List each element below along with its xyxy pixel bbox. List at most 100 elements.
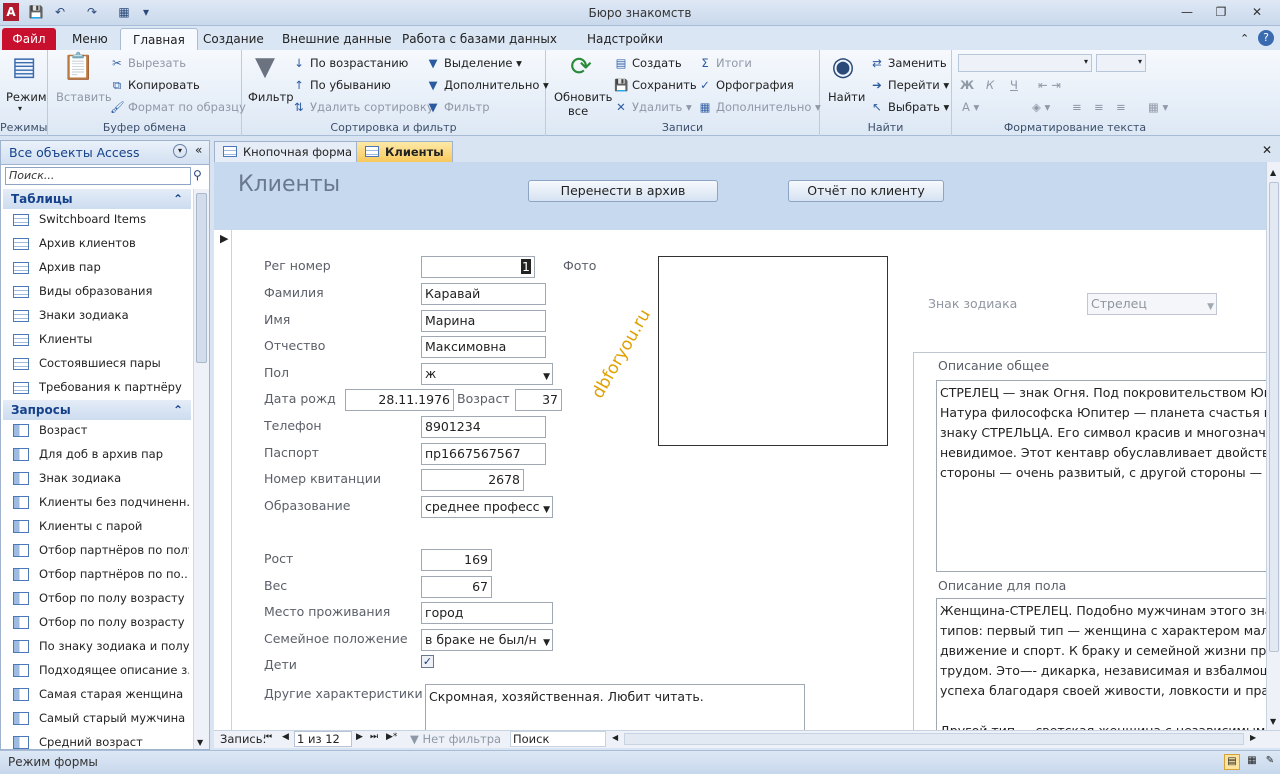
general-description-field[interactable]: СТРЕЛЕЦ — знак Огня. Под покровительство… xyxy=(936,380,1266,572)
nav-query-item[interactable]: Отбор по полу возрасту ... xyxy=(13,610,189,634)
nav-table-item[interactable]: Требования к партнёру xyxy=(13,375,189,399)
nav-collapse-icon[interactable]: « xyxy=(195,143,202,157)
align-center-icon[interactable]: ≡ xyxy=(1094,100,1104,114)
chevron-down-icon[interactable]: ▼ xyxy=(543,633,550,650)
paste-icon[interactable]: 📋 xyxy=(62,52,94,82)
nav-query-item[interactable]: Возраст xyxy=(13,418,189,442)
filter-icon[interactable]: ▼ xyxy=(248,52,282,82)
children-checkbox[interactable]: ✓ xyxy=(421,655,434,668)
section-queries[interactable]: Запросы ⌃ xyxy=(3,400,191,420)
nav-query-item[interactable]: Самый старый мужчина xyxy=(13,706,189,730)
help-icon[interactable]: ? xyxy=(1258,30,1274,46)
goto-button[interactable]: ➔ Перейти ▾ xyxy=(870,78,949,92)
record-search-input[interactable]: Поиск xyxy=(510,731,606,747)
doc-tab-switchboard[interactable]: Кнопочная форма xyxy=(214,141,362,162)
collapse-section-icon[interactable]: ⌃ xyxy=(173,400,183,420)
gridlines-icon[interactable]: ▦ ▾ xyxy=(1148,100,1168,114)
doc-tab-clients[interactable]: Клиенты xyxy=(356,141,453,162)
underline-icon[interactable]: Ч xyxy=(1010,78,1018,92)
more-records-button[interactable]: ▦ Дополнительно ▾ xyxy=(698,100,821,114)
sex-combo[interactable]: ж ▼ xyxy=(421,363,553,385)
clear-sort-button[interactable]: ⇅ Удалить сортировку xyxy=(292,100,434,114)
nav-query-item[interactable]: Подходящее описание з... xyxy=(13,658,189,682)
tab-file[interactable]: Файл xyxy=(2,28,56,50)
select-button[interactable]: ↖ Выбрать ▾ xyxy=(870,100,949,114)
refresh-button[interactable]: Обновить xyxy=(554,90,612,104)
archive-button[interactable]: Перенести в архив xyxy=(528,180,718,202)
photo-frame[interactable] xyxy=(658,256,888,446)
collapse-section-icon[interactable]: ⌃ xyxy=(173,189,183,209)
save-record-button[interactable]: 💾 Сохранить xyxy=(614,78,697,92)
section-tables[interactable]: Таблицы ⌃ xyxy=(3,189,191,209)
client-report-button[interactable]: Отчёт по клиенту xyxy=(788,180,944,202)
phone-field[interactable]: 8901234 xyxy=(421,416,546,438)
filter-button[interactable]: Фильтр xyxy=(248,90,294,104)
advanced-filter-button[interactable]: ▼ Дополнительно ▾ xyxy=(426,78,549,92)
chevron-down-icon[interactable]: ▼ xyxy=(543,367,550,384)
replace-button[interactable]: ⇄ Заменить xyxy=(870,56,946,70)
layout-view-icon[interactable]: ▦ xyxy=(1244,754,1260,770)
birth-date-field[interactable]: 28.11.1976 xyxy=(345,389,454,411)
zodiac-combo[interactable]: Стрелец ▼ xyxy=(1087,293,1217,315)
sort-desc-button[interactable]: ↑ По убыванию xyxy=(292,78,391,92)
totals-button[interactable]: Σ Итоги xyxy=(698,56,752,70)
scroll-down-icon[interactable]: ▼ xyxy=(1270,717,1276,726)
nav-table-item[interactable]: Switchboard Items xyxy=(13,207,189,231)
new-record-icon[interactable]: ▶* xyxy=(386,732,397,742)
receipt-field[interactable]: 2678 xyxy=(421,469,524,491)
hscroll-left-icon[interactable]: ◀ xyxy=(612,733,618,742)
align-right-icon[interactable]: ≡ xyxy=(1116,100,1126,114)
surname-field[interactable]: Каравай xyxy=(421,283,546,305)
view-button[interactable]: Режим xyxy=(6,90,47,104)
nav-header[interactable]: Все объекты Access ▾ « xyxy=(1,141,209,165)
residence-field[interactable]: город xyxy=(421,602,553,624)
nav-table-item[interactable]: Виды образования xyxy=(13,279,189,303)
scroll-up-icon[interactable]: ▲ xyxy=(1270,168,1276,177)
record-selector[interactable]: ▶ xyxy=(214,230,232,730)
hscroll-right-icon[interactable]: ▶ xyxy=(1250,733,1256,742)
sex-description-field[interactable]: Женщина-СТРЕЛЕЦ. Подобно мужчинам этого … xyxy=(936,598,1266,730)
first-record-icon[interactable]: ⏮ xyxy=(264,732,272,742)
close-icon[interactable]: ✕ xyxy=(1244,3,1270,21)
nav-table-item[interactable]: Клиенты xyxy=(13,327,189,351)
weight-field[interactable]: 67 xyxy=(421,576,492,598)
nav-query-item[interactable]: Знак зодиака xyxy=(13,466,189,490)
prev-record-icon[interactable]: ◀ xyxy=(282,732,289,742)
nav-query-item[interactable]: По знаку зодиака и полу xyxy=(13,634,189,658)
nav-table-item[interactable]: Знаки зодиака xyxy=(13,303,189,327)
copy-button[interactable]: ⧉ Копировать xyxy=(110,78,200,93)
find-button[interactable]: Найти xyxy=(828,90,865,104)
binoculars-icon[interactable]: ◉ xyxy=(826,52,860,82)
education-combo[interactable]: среднее професс ▼ xyxy=(421,496,553,518)
tab-menu[interactable]: Меню xyxy=(60,28,120,50)
spelling-button[interactable]: ✓ Орфография xyxy=(698,78,794,92)
form-scrollbar[interactable]: ▲ ▼ xyxy=(1266,162,1280,730)
delete-record-button[interactable]: ✕ Удалить ▾ xyxy=(614,100,692,114)
paste-button[interactable]: Вставить xyxy=(56,90,112,104)
cut-button[interactable]: ✂ Вырезать xyxy=(110,56,186,70)
font-size-combo[interactable]: ▾ xyxy=(1096,54,1146,72)
bold-icon[interactable]: Ж xyxy=(960,78,974,92)
tab-database-tools[interactable]: Работа с базами данных xyxy=(390,28,569,50)
passport-field[interactable]: пр1667567567 xyxy=(421,443,546,465)
close-doc-icon[interactable]: ✕ xyxy=(1262,143,1272,157)
refresh-icon[interactable]: ⟳ xyxy=(564,52,598,82)
chevron-down-icon[interactable]: ▼ xyxy=(543,500,550,517)
age-field[interactable]: 37 xyxy=(515,389,562,411)
patronymic-field[interactable]: Максимовна xyxy=(421,336,546,358)
height-field[interactable]: 169 xyxy=(421,549,492,571)
font-color-icon[interactable]: A ▾ xyxy=(962,100,979,114)
tab-home[interactable]: Главная xyxy=(120,28,198,50)
new-record-button[interactable]: ▤ Создать xyxy=(614,56,682,70)
nav-query-item[interactable]: Отбор по полу возрасту ... xyxy=(13,586,189,610)
scroll-down-icon[interactable]: ▼ xyxy=(197,738,203,747)
toggle-filter-button[interactable]: ▼ Фильтр xyxy=(426,100,490,114)
nav-query-item[interactable]: Отбор партнёров по по... xyxy=(13,562,189,586)
scroll-thumb[interactable] xyxy=(1269,182,1279,652)
nav-menu-icon[interactable]: ▾ xyxy=(173,144,187,158)
nav-query-item[interactable]: Самая старая женщина xyxy=(13,682,189,706)
tab-external-data[interactable]: Внешние данные xyxy=(270,28,403,50)
nav-query-item[interactable]: Клиенты без подчиненн... xyxy=(13,490,189,514)
name-field[interactable]: Марина xyxy=(421,310,546,332)
other-characteristics-field[interactable]: Скромная, хозяйственная. Любит читать. xyxy=(425,684,805,730)
